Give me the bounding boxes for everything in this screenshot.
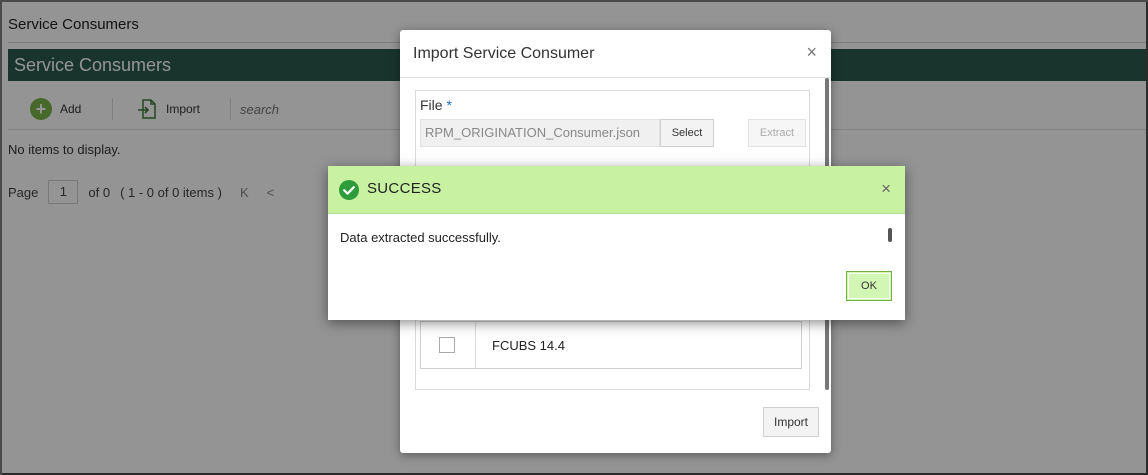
import-dialog-header: Import Service Consumer ×	[400, 30, 831, 78]
close-icon[interactable]: ×	[806, 42, 817, 63]
check-circle-icon	[339, 180, 359, 200]
import-dialog-title: Import Service Consumer	[413, 45, 595, 62]
app-window: Service Consumers Service Consumers + Ad…	[0, 0, 1148, 475]
success-dialog-header: SUCCESS ×	[328, 166, 905, 214]
success-dialog-title: SUCCESS	[367, 180, 442, 197]
import-submit-button[interactable]: Import	[763, 407, 819, 437]
required-marker: *	[446, 97, 452, 113]
extract-button[interactable]: Extract	[748, 119, 806, 147]
ok-button[interactable]: OK	[846, 271, 892, 301]
file-path-field[interactable]: RPM_ORIGINATION_Consumer.json	[420, 119, 660, 147]
consumer-grid: FCUBS 14.4	[420, 321, 802, 369]
select-button[interactable]: Select	[660, 119, 714, 147]
file-label: File *	[420, 97, 452, 113]
message-scrollbar[interactable]	[888, 228, 892, 242]
file-label-text: File	[420, 97, 443, 113]
success-dialog: SUCCESS × Data extracted successfully. O…	[328, 166, 905, 320]
close-icon[interactable]: ×	[881, 179, 891, 199]
grid-row-name: FCUBS 14.4	[492, 338, 565, 353]
grid-divider	[475, 322, 476, 368]
success-message: Data extracted successfully.	[340, 230, 501, 245]
row-checkbox[interactable]	[439, 337, 455, 353]
